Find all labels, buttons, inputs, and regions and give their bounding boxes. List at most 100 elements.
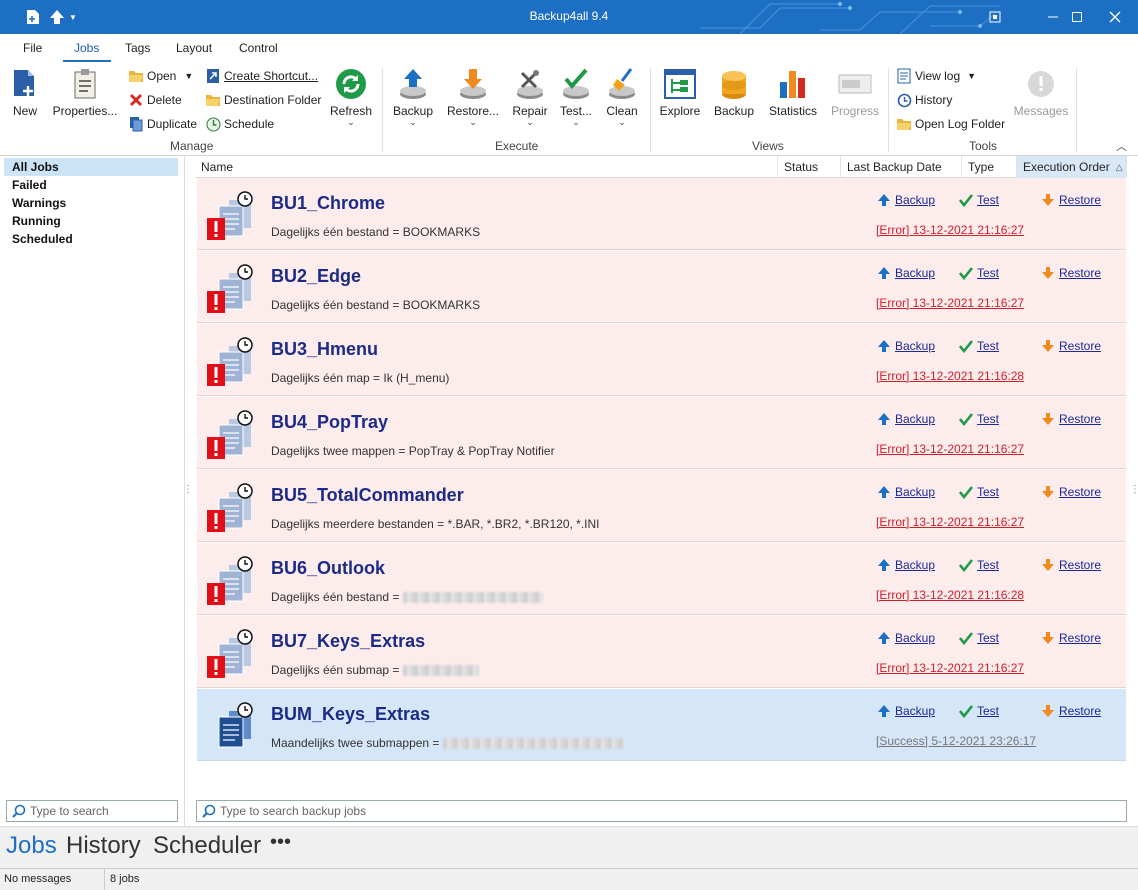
tab-jobs[interactable]: Jobs (74, 41, 99, 55)
job-restore-link[interactable]: Restore (1040, 265, 1101, 281)
job-backup-link[interactable]: Backup (876, 484, 935, 500)
filter-all-jobs[interactable]: All Jobs (4, 158, 178, 176)
properties-button[interactable]: Properties... (53, 66, 117, 118)
job-row[interactable]: BU1_Chrome Dagelijks één bestand = BOOKMA… (197, 178, 1126, 250)
job-test-link[interactable]: Test (958, 411, 999, 427)
create-shortcut-button[interactable]: Create Shortcut... (205, 68, 318, 84)
test-check-icon (958, 338, 974, 354)
ribbon-display-icon[interactable] (972, 0, 1018, 34)
job-restore-link[interactable]: Restore (1040, 703, 1101, 719)
job-test-link[interactable]: Test (958, 557, 999, 573)
filter-search-input[interactable]: Type to search (6, 800, 178, 822)
scroll-grip-icon[interactable]: ⋮ (1130, 484, 1138, 495)
backup-button[interactable]: Backup ⌄ (392, 66, 434, 127)
backup-arrow-icon (876, 411, 892, 427)
job-restore-link[interactable]: Restore (1040, 557, 1101, 573)
job-backup-link[interactable]: Backup (876, 192, 935, 208)
column-type[interactable]: Type (962, 156, 1017, 178)
clean-button[interactable]: Clean ⌄ (604, 66, 640, 127)
open-log-folder-button[interactable]: Open Log Folder (896, 116, 1005, 132)
explore-view-button[interactable]: Explore (658, 66, 702, 118)
app-window: ▼ Backup4all 9.4 File Jobs Tags Layout C… (0, 0, 1138, 890)
collapse-ribbon-icon[interactable]: ︿ (1116, 138, 1127, 154)
backup-view-button[interactable]: Backup (712, 66, 756, 118)
filter-failed[interactable]: Failed (12, 176, 47, 194)
new-button[interactable]: New (8, 66, 42, 118)
tab-control[interactable]: Control (239, 41, 278, 55)
job-row[interactable]: BUM_Keys_Extras Maandelijks twee submappe… (197, 689, 1126, 761)
job-restore-link[interactable]: Restore (1040, 338, 1101, 354)
column-name[interactable]: Name (195, 156, 778, 178)
status-divider (104, 869, 105, 890)
splitter-grip-icon[interactable]: ⋮ (183, 484, 193, 495)
close-button[interactable] (1092, 0, 1138, 34)
job-restore-link[interactable]: Restore (1040, 484, 1101, 500)
statistics-view-button[interactable]: Statistics (768, 66, 818, 118)
job-restore-link[interactable]: Restore (1040, 411, 1101, 427)
group-label-execute: Execute (495, 139, 539, 153)
column-execution-order[interactable]: Execution Order △ (1017, 156, 1127, 178)
nav-scheduler[interactable]: Scheduler (153, 832, 261, 860)
job-backup-link[interactable]: Backup (876, 703, 935, 719)
ribbon: New Properties... Open ▼ Delete Duplicat… (0, 62, 1138, 156)
job-restore-link[interactable]: Restore (1040, 630, 1101, 646)
job-backup-link[interactable]: Backup (876, 338, 935, 354)
job-test-link[interactable]: Test (958, 192, 999, 208)
test-button[interactable]: Test... ⌄ (558, 66, 594, 127)
job-status[interactable]: [Success] 5-12-2021 23:26:17 (876, 734, 1036, 748)
job-name: BU3_Hmenu (271, 339, 379, 359)
filter-warnings[interactable]: Warnings (12, 194, 66, 212)
filter-running[interactable]: Running (12, 212, 61, 230)
open-button[interactable]: Open ▼ (128, 68, 193, 84)
job-backup-link[interactable]: Backup (876, 411, 935, 427)
messages-button[interactable]: Messages (1014, 66, 1068, 118)
job-row[interactable]: BU6_Outlook Dagelijks één bestand = Backu… (197, 543, 1126, 615)
schedule-button[interactable]: Schedule (205, 116, 274, 132)
job-row[interactable]: BU2_Edge Dagelijks één bestand = BOOKMARK… (197, 251, 1126, 323)
history-button[interactable]: History (896, 92, 952, 108)
test-check-icon (958, 630, 974, 646)
job-row[interactable]: BU7_Keys_Extras Dagelijks één submap = Ba… (197, 616, 1126, 688)
nav-more[interactable]: ••• (270, 831, 291, 854)
column-status[interactable]: Status (778, 156, 841, 178)
job-test-link[interactable]: Test (958, 484, 999, 500)
tab-file[interactable]: File (23, 41, 42, 55)
column-header: Name Status Last Backup Date Type Execut… (195, 156, 1127, 178)
column-last-backup-date[interactable]: Last Backup Date (841, 156, 962, 178)
repair-button[interactable]: Repair ⌄ (510, 66, 550, 127)
tab-tags[interactable]: Tags (125, 41, 150, 55)
job-test-link[interactable]: Test (958, 703, 999, 719)
job-test-link[interactable]: Test (958, 338, 999, 354)
restore-arrow-icon (1040, 630, 1056, 646)
nav-history[interactable]: History (66, 832, 141, 860)
nav-jobs[interactable]: Jobs (6, 832, 57, 860)
job-status[interactable]: [Error] 13-12-2021 21:16:28 (876, 588, 1024, 602)
filter-scheduled[interactable]: Scheduled (12, 230, 73, 248)
job-test-link[interactable]: Test (958, 265, 999, 281)
job-status[interactable]: [Error] 13-12-2021 21:16:27 (876, 223, 1024, 237)
view-log-button[interactable]: View log ▼ (896, 68, 976, 84)
job-test-link[interactable]: Test (958, 630, 999, 646)
job-row[interactable]: BU3_Hmenu Dagelijks één map = Ik (H_menu)… (197, 324, 1126, 396)
job-row[interactable]: BU4_PopTray Dagelijks twee mappen = PopTr… (197, 397, 1126, 469)
job-status[interactable]: [Error] 13-12-2021 21:16:27 (876, 515, 1024, 529)
tab-layout[interactable]: Layout (176, 41, 212, 55)
restore-button[interactable]: Restore... ⌄ (446, 66, 500, 127)
job-list: BU1_Chrome Dagelijks één bestand = BOOKMA… (195, 178, 1127, 763)
job-backup-link[interactable]: Backup (876, 265, 935, 281)
destination-folder-button[interactable]: Destination Folder (205, 92, 321, 108)
backup-arrow-icon (876, 557, 892, 573)
job-restore-link[interactable]: Restore (1040, 192, 1101, 208)
job-search-input[interactable]: Type to search backup jobs (196, 800, 1127, 822)
duplicate-button[interactable]: Duplicate (128, 116, 197, 132)
job-status[interactable]: [Error] 13-12-2021 21:16:27 (876, 296, 1024, 310)
job-row[interactable]: BU5_TotalCommander Dagelijks meerdere bes… (197, 470, 1126, 542)
delete-button[interactable]: Delete (128, 92, 182, 108)
progress-view-button[interactable]: Progress (830, 66, 880, 118)
job-backup-link[interactable]: Backup (876, 630, 935, 646)
job-backup-link[interactable]: Backup (876, 557, 935, 573)
refresh-button[interactable]: Refresh ⌄ (330, 66, 372, 127)
job-status[interactable]: [Error] 13-12-2021 21:16:28 (876, 369, 1024, 383)
job-status[interactable]: [Error] 13-12-2021 21:16:27 (876, 442, 1024, 456)
job-status[interactable]: [Error] 13-12-2021 21:16:27 (876, 661, 1024, 675)
